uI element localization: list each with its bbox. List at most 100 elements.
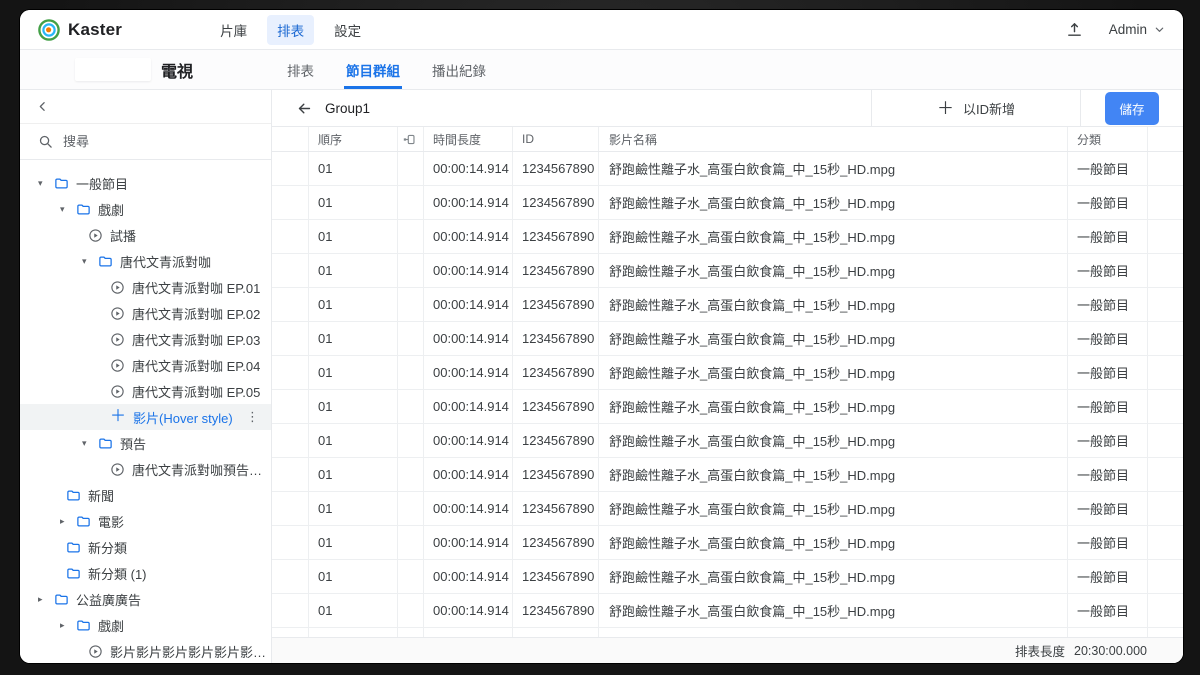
tab[interactable]: 節目群組	[344, 50, 402, 89]
tree-folder-item[interactable]: ▾預告	[20, 430, 271, 456]
plus-icon: ＋	[110, 409, 126, 425]
upload-icon[interactable]	[1066, 21, 1083, 38]
table-row[interactable]: 01 00:00:14.914 1234567890 舒跑鹼性離子水_高蛋白飲食…	[272, 560, 1183, 594]
tab[interactable]: 排表	[285, 50, 316, 89]
table-row[interactable]: 01 00:00:14.914 1234567890 舒跑鹼性離子水_高蛋白飲食…	[272, 288, 1183, 322]
chevron-right-icon[interactable]: ▸	[38, 594, 54, 605]
table-row[interactable]: 01 00:00:14.914 1234567890 舒跑鹼性離子水_高蛋白飲食…	[272, 458, 1183, 492]
cell-blank	[1148, 628, 1183, 637]
tree-item-label: 一般節目	[76, 174, 128, 193]
brand: Kaster	[38, 19, 122, 41]
cell-id: 1234567890	[513, 424, 599, 457]
save-button[interactable]: 儲存	[1105, 92, 1158, 125]
tree-folder-item[interactable]: ▸ 戲劇	[20, 612, 271, 638]
table-row[interactable]: 01 00:00:14.914 1234567890 舒跑鹼性離子水_高蛋白飲食…	[272, 492, 1183, 526]
cell-name: 舒跑鹼性離子水_高蛋白飲食篇_中_15秒_HD.mpg	[599, 152, 1068, 185]
tree-folder-item[interactable]: ▾ 戲劇	[20, 196, 271, 222]
cell-duration: 00:00:14.914	[424, 152, 513, 185]
back-button[interactable]	[296, 100, 313, 117]
schedule-length-label: 排表長度	[1015, 641, 1065, 660]
table-row[interactable]: 01 00:00:14.914 1234567890 舒跑鹼性離子水_高蛋白飲食…	[272, 220, 1183, 254]
chevron-down-icon[interactable]: ▾	[82, 256, 98, 267]
cell-link	[398, 594, 424, 627]
topbar-right: Admin	[1066, 21, 1165, 38]
video-play-icon	[110, 358, 125, 373]
tree-video-item[interactable]: 唐代文青派對咖 EP.04	[20, 352, 271, 378]
chevron-right-icon[interactable]: ▸	[60, 516, 76, 527]
tree-item-label: 電影	[98, 512, 124, 531]
chevron-down-icon[interactable]: ▾	[38, 178, 54, 189]
cell-blank	[1148, 152, 1183, 185]
tree-video-item[interactable]: 影片影片影片影片影片影片影片影	[20, 638, 271, 663]
tree-folder-item[interactable]: 新分類 (1)	[20, 560, 271, 586]
cell-blank	[1148, 594, 1183, 627]
cell-order: 01	[309, 560, 398, 593]
table-row[interactable]: 01 00:00:14.914 1234567890 舒跑鹼性離子水_高蛋白飲食…	[272, 322, 1183, 356]
cell-blank	[272, 628, 309, 637]
table-body: 01 00:00:14.914 1234567890 舒跑鹼性離子水_高蛋白飲食…	[272, 152, 1183, 637]
cell-link	[398, 560, 424, 593]
tree-video-item[interactable]: 唐代文青派對咖 EP.02	[20, 300, 271, 326]
add-by-id-button[interactable]: ＋ 以ID新增	[871, 90, 1081, 126]
collapse-sidebar-button[interactable]	[36, 100, 49, 113]
cell-link	[398, 288, 424, 321]
table-row[interactable]: 01 00:00:14.914 1234567890 舒跑鹼性離子水_高蛋白飲食…	[272, 356, 1183, 390]
cell-duration: 00:00:14.914	[424, 186, 513, 219]
tree-item-label: 戲劇	[98, 200, 124, 219]
tree-folder-item[interactable]: ▸ 公益廣廣告	[20, 586, 271, 612]
video-play-icon	[110, 306, 125, 321]
tree-video-item[interactable]: 唐代文青派對咖 EP.01	[20, 274, 271, 300]
table-row[interactable]: 01 00:00:14.914 1234567890 舒跑鹼性離子水_高蛋白飲食…	[272, 526, 1183, 560]
tree-folder-item[interactable]: ▾唐代文青派對咖	[20, 248, 271, 274]
table-row[interactable]: 01 00:00:14.914 1234567890 舒跑鹼性離子水_高蛋白飲食…	[272, 186, 1183, 220]
tree-add-item[interactable]: ＋影片(Hover style)⋮	[20, 404, 271, 430]
cell-category: 一般節目	[1068, 220, 1148, 253]
tree-item-label: 戲劇	[98, 616, 124, 635]
cell-link	[398, 492, 424, 525]
nav-item[interactable]: 片庫	[210, 15, 257, 45]
table-row[interactable]: 01 00:00:14.914 1234567890 舒跑鹼性離子水_高蛋白飲食…	[272, 424, 1183, 458]
desktop-background: Kaster 片庫 排表 設定 Admin	[0, 0, 1200, 675]
tree-folder-item[interactable]: ▸ 電影	[20, 508, 271, 534]
tree-video-item[interactable]: 唐代文青派對咖預告：子美長...	[20, 456, 271, 482]
tree-folder-item[interactable]: 新聞	[20, 482, 271, 508]
chevron-down-icon[interactable]: ▾	[60, 204, 76, 215]
chevron-down-icon[interactable]: ▾	[82, 438, 98, 449]
cell-name: 舒跑鹼性離子水_高蛋白飲食篇_中_15秒_HD.mpg	[599, 560, 1068, 593]
video-play-icon	[110, 332, 125, 347]
folder-icon	[54, 176, 69, 191]
cell-blank	[272, 152, 309, 185]
kebab-menu-icon[interactable]: ⋮	[246, 409, 259, 425]
cell-duration: 00:00:14.914	[424, 526, 513, 559]
cell-blank	[272, 322, 309, 355]
chevron-right-icon[interactable]: ▸	[60, 620, 76, 631]
tree-folder-item[interactable]: 新分類	[20, 534, 271, 560]
tab[interactable]: 播出紀錄	[430, 50, 488, 89]
table-row[interactable]: 01 00:00:14.914 1234567890 舒跑鹼性離子水_高蛋白飲食…	[272, 594, 1183, 628]
tree-folder-item[interactable]: ▾ 一般節目	[20, 170, 271, 196]
search-input[interactable]	[63, 134, 233, 149]
folder-icon	[66, 566, 81, 581]
table-row[interactable]: 01 00:00:14.914 1234567890 舒跑鹼性離子水_高蛋白飲食…	[272, 254, 1183, 288]
cell-order: 01	[309, 458, 398, 491]
cell-blank	[1148, 254, 1183, 287]
nav-item[interactable]: 設定	[324, 15, 371, 45]
folder-icon	[76, 202, 91, 217]
tree-video-item[interactable]: 試播	[20, 222, 271, 248]
cell-name: 舒跑鹼性離子水_高蛋白飲食篇_中_15秒_HD.mpg	[599, 186, 1068, 219]
user-menu[interactable]: Admin	[1109, 22, 1165, 37]
table-row[interactable]: 01 00:00:14.914 1234567890 舒跑鹼性離子水_高蛋白飲食…	[272, 390, 1183, 424]
cell-id: 1234567890	[513, 254, 599, 287]
folder-icon	[98, 436, 113, 451]
folder-icon	[66, 488, 81, 503]
cell-name: 舒跑鹼性離子水_高蛋白飲食篇_中_15秒_HD.mpg	[599, 356, 1068, 389]
cell-name: 舒跑鹼性離子水_高蛋白飲食篇_中_15秒_HD.mpg	[599, 322, 1068, 355]
cell-link	[398, 390, 424, 423]
plus-icon: ＋	[937, 100, 954, 117]
table-row[interactable]: 01 00:00:14.914 1234567890 舒跑鹼性離子水_高蛋白飲食…	[272, 152, 1183, 186]
group-name: Group1	[325, 101, 370, 116]
tree-video-item[interactable]: 唐代文青派對咖 EP.03	[20, 326, 271, 352]
tree-item-label: 公益廣廣告	[76, 590, 141, 609]
nav-item[interactable]: 排表	[267, 15, 314, 45]
tree-video-item[interactable]: 唐代文青派對咖 EP.05	[20, 378, 271, 404]
